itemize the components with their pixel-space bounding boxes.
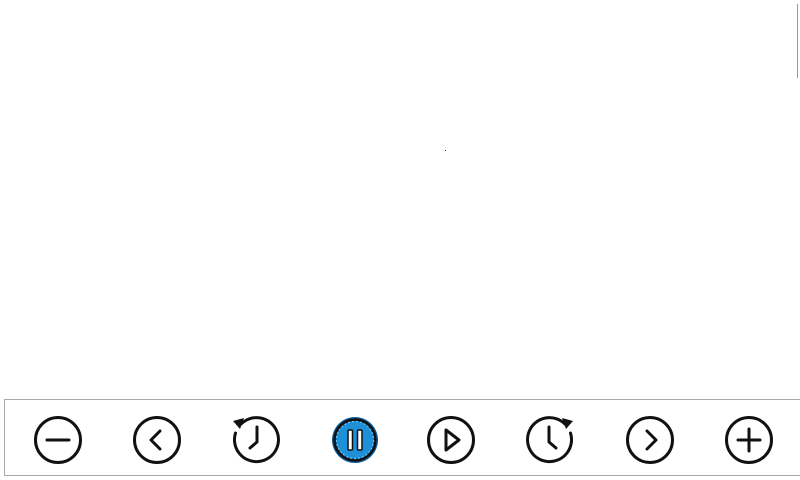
rewind-clock-icon [232,416,280,464]
zoom-in-button[interactable]: Zoom in [724,415,774,465]
chevron-left-circle-icon [133,416,181,464]
play-circle-icon [427,416,475,464]
canvas-dot-marker [445,150,446,151]
zoom-out-button[interactable]: Zoom out [33,415,83,465]
pause-circle-icon [332,417,378,463]
playback-toolbar: Zoom out Previous Rewind Pause [4,399,800,476]
fast-forward-button[interactable]: Fast forward [526,415,576,465]
next-button[interactable]: Next [625,415,675,465]
chevron-right-circle-icon [626,416,674,464]
plus-circle-icon [725,416,773,464]
pause-button[interactable]: Pause [330,415,380,465]
rewind-button[interactable]: Rewind [230,415,280,465]
forward-clock-icon [526,416,574,464]
minus-circle-icon [34,416,82,464]
window-edge-divider [797,4,798,78]
play-button[interactable]: Play [426,415,476,465]
viewer-canvas: Zoom out Previous Rewind Pause [0,0,800,480]
previous-button[interactable]: Previous [132,415,182,465]
